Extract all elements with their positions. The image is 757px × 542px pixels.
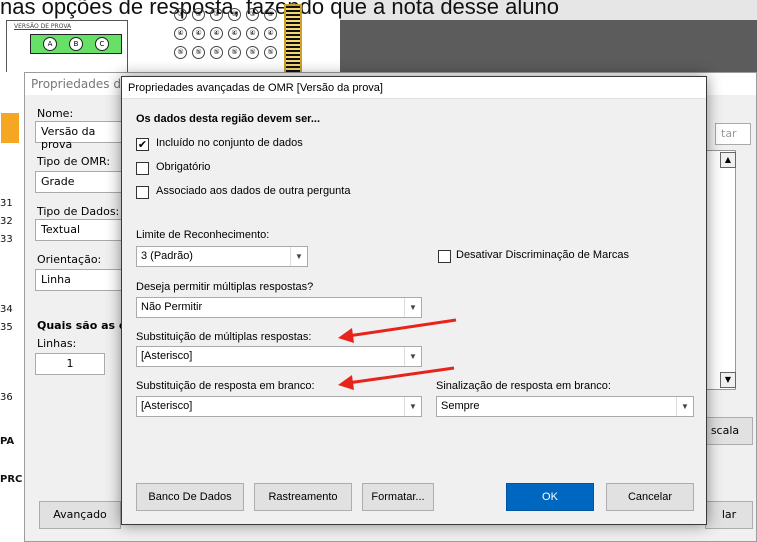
annotation-arrow-icon [338,366,455,390]
annotation-arrows [338,318,457,390]
annotation-arrow-icon [338,318,457,343]
